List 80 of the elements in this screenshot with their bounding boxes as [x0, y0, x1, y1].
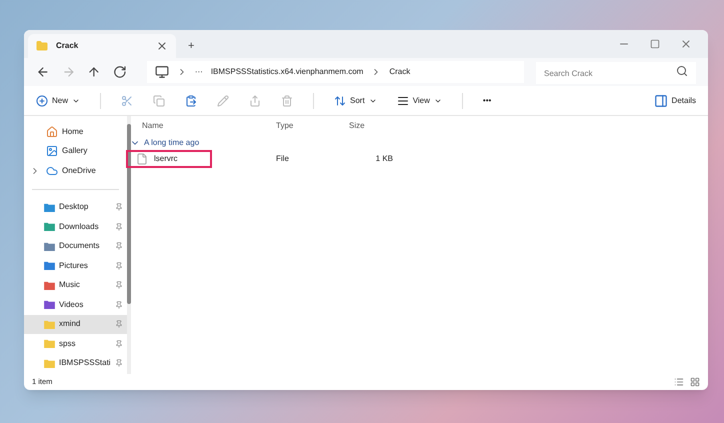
size-cell-text: 1 KB [374, 153, 394, 165]
window-tab[interactable]: Crack [28, 34, 176, 58]
share-icon[interactable] [249, 94, 262, 106]
up-icon[interactable] [87, 65, 102, 79]
sidebar-label: OneDrive [62, 164, 96, 177]
sort-icon [334, 94, 346, 106]
pin-icon[interactable] [114, 300, 123, 309]
column-header[interactable]: Type [276, 120, 349, 132]
scrollbar[interactable] [126, 116, 131, 374]
sidebar-label: Desktop [59, 201, 90, 214]
breadcrumb-item[interactable]: Crack [389, 66, 410, 78]
panel-icon [654, 94, 668, 108]
pin-icon[interactable] [114, 281, 123, 290]
details-button[interactable]: Details [654, 94, 696, 108]
sidebar-item[interactable]: Downloads [24, 217, 127, 236]
view-button[interactable]: View [396, 94, 442, 106]
image-icon [46, 145, 58, 158]
pin-icon[interactable] [114, 359, 123, 368]
maximize-icon[interactable] [650, 39, 660, 49]
rename-icon[interactable] [217, 94, 230, 106]
sidebar-item[interactable]: Gallery [24, 142, 127, 161]
close-icon[interactable] [680, 38, 692, 50]
sidebar-label: Documents [59, 240, 100, 252]
group-header[interactable]: A long time ago [126, 136, 700, 150]
sidebar-label: IBMSPSSStati [59, 357, 111, 370]
new-tab-button[interactable]: + [176, 34, 206, 58]
forward-icon[interactable] [62, 65, 76, 79]
sidebar-label: Music [59, 279, 81, 292]
sidebar-label: Videos [59, 298, 84, 311]
sidebar-item[interactable]: xmind [24, 314, 127, 334]
sidebar-item[interactable]: Music [24, 276, 127, 295]
cloud-icon [46, 164, 58, 177]
sidebar-item[interactable]: Videos [24, 295, 127, 314]
tab-title: Crack [56, 40, 80, 52]
close-icon[interactable] [156, 40, 168, 52]
more-button[interactable]: ••• [482, 94, 492, 106]
sidebar-item[interactable]: Pictures [24, 256, 127, 276]
address-field[interactable]: ··· IBMSPSSStatistics.x64.vienphanmem.com Crack [146, 61, 524, 83]
list-view-icon[interactable] [674, 377, 684, 387]
sort-button[interactable]: Sort [334, 94, 377, 106]
search-field[interactable]: Search Crack [536, 62, 696, 84]
refresh-icon[interactable] [113, 65, 127, 79]
sidebar-item[interactable]: spss [24, 334, 127, 354]
lines-icon [396, 94, 409, 106]
sidebar-item[interactable]: Desktop [24, 198, 127, 217]
column-header[interactable]: Size [349, 120, 409, 132]
pin-icon[interactable] [114, 222, 123, 231]
sidebar-item[interactable]: Documents [24, 236, 127, 256]
sidebar-label: spss [59, 338, 76, 350]
monitor-icon [154, 65, 169, 79]
cut-icon[interactable] [121, 94, 134, 106]
sidebar-item[interactable]: OneDrive [24, 161, 127, 180]
sidebar-label: Gallery [62, 145, 88, 158]
sidebar-item[interactable]: Home [24, 122, 127, 142]
pin-icon[interactable] [114, 242, 123, 250]
home-icon [46, 126, 58, 138]
sidebar-label: xmind [59, 318, 82, 330]
plus-circle-icon [36, 94, 48, 106]
folder-icon [36, 40, 48, 52]
sidebar-item[interactable]: IBMSPSSStati [24, 354, 127, 373]
paste-icon[interactable] [185, 94, 198, 106]
pin-icon[interactable] [114, 203, 123, 212]
sidebar-label: Pictures [59, 260, 89, 272]
sidebar-label: Home [62, 126, 84, 138]
copy-icon[interactable] [153, 94, 166, 106]
breadcrumb-ellipsis[interactable]: ··· [194, 66, 203, 78]
grid-view-icon[interactable] [690, 377, 700, 387]
pin-icon[interactable] [114, 340, 123, 348]
search-icon [676, 64, 688, 77]
back-icon[interactable] [36, 65, 50, 79]
sidebar-label: Downloads [59, 220, 100, 233]
column-header[interactable]: Name [126, 120, 276, 132]
new-button[interactable]: New [36, 94, 80, 106]
pin-icon[interactable] [114, 320, 123, 328]
type-cell-text: File [276, 153, 290, 165]
delete-icon[interactable] [281, 94, 294, 106]
breadcrumb-item[interactable]: IBMSPSSStatistics.x64.vienphanmem.com [210, 66, 364, 78]
file-name-cell[interactable]: lservrc [126, 150, 212, 168]
file-icon [136, 153, 148, 165]
pin-icon[interactable] [114, 262, 123, 270]
